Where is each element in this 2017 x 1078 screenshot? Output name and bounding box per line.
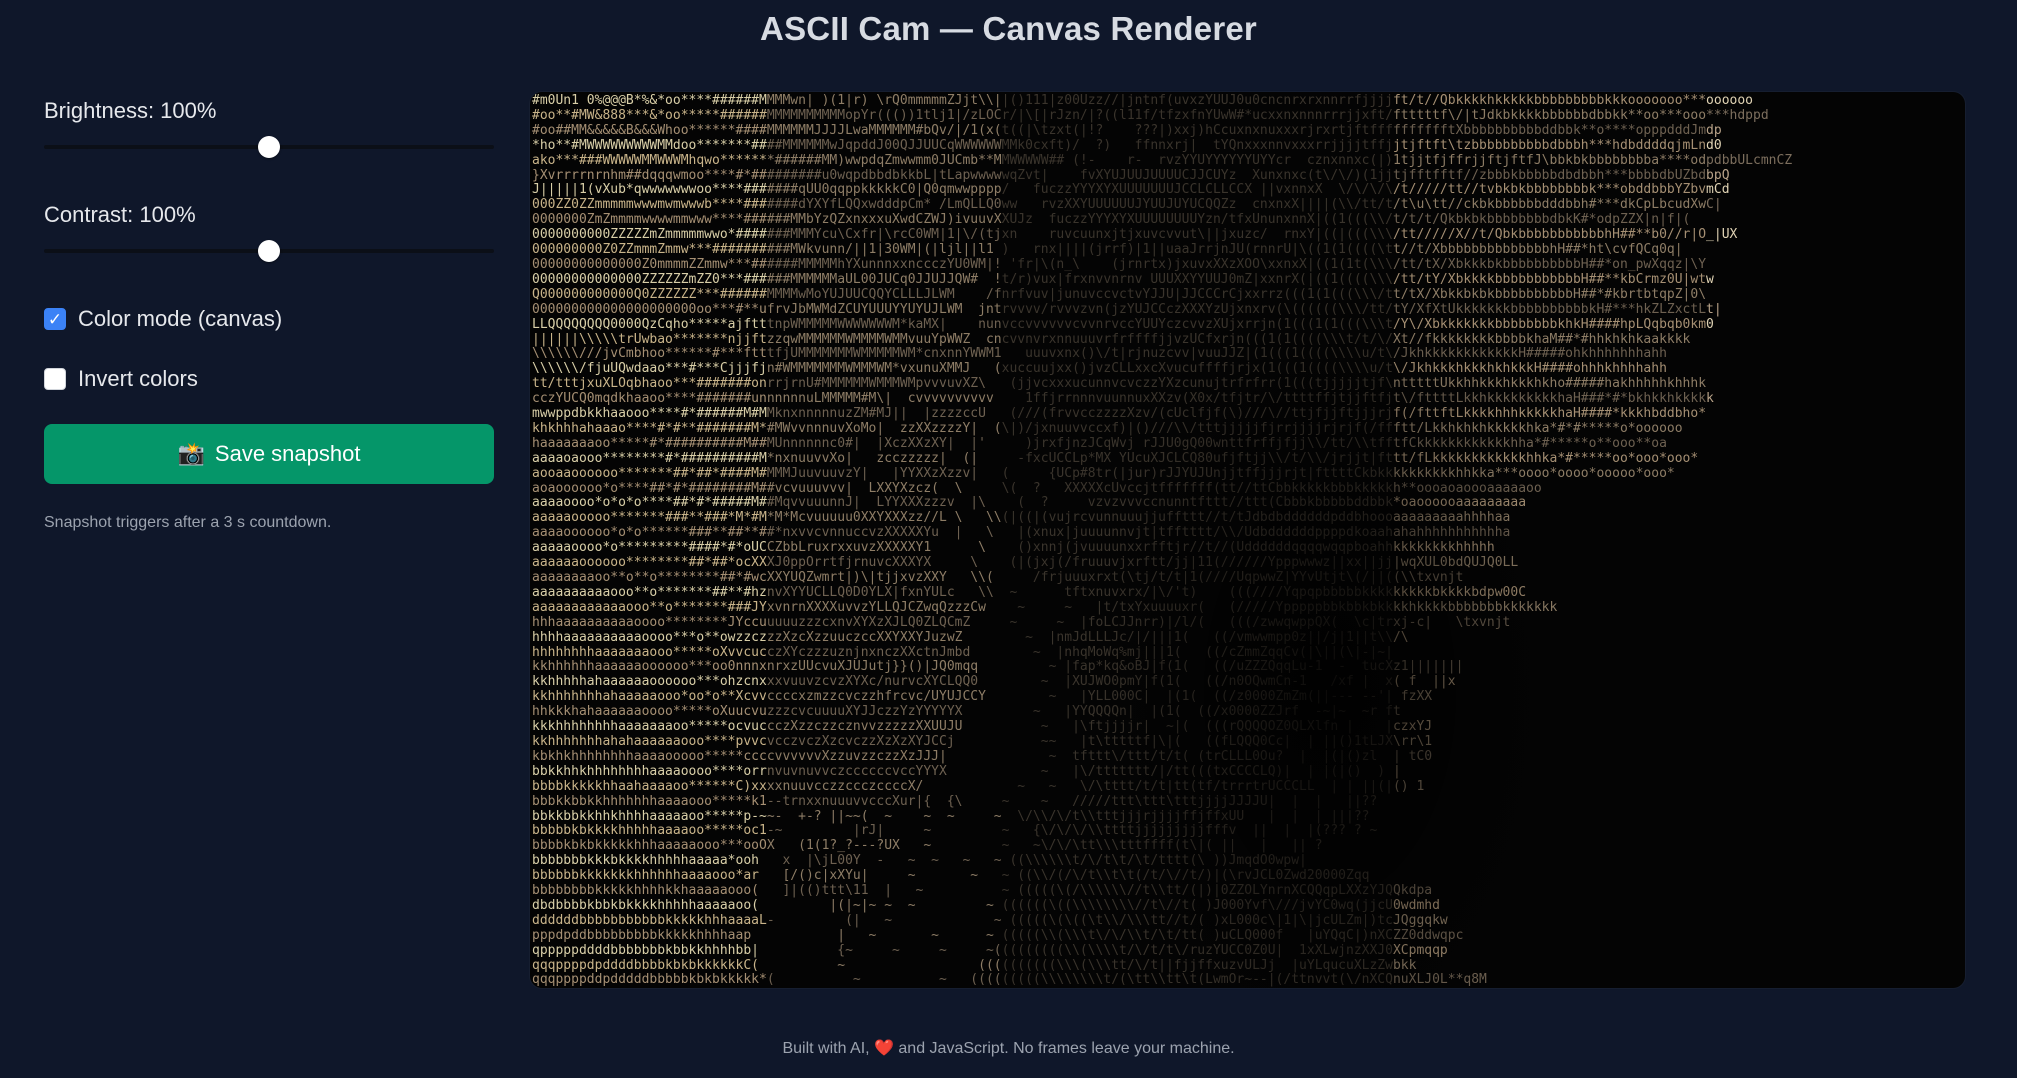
ascii-row: bbbbkbkbkkkkkhhhaaaaaooo***ooOX (1(1?_?-… [532, 838, 1323, 854]
brightness-control: Brightness: 100% [44, 96, 495, 158]
ascii-row: bbbbbkbkkkkhhhhhaaaaoo*****oc1-~ |rJ| ~ … [532, 823, 1378, 839]
contrast-control: Contrast: 100% [44, 200, 495, 262]
contrast-slider[interactable] [44, 238, 494, 262]
ascii-row: cczYUCQ0mqdkhaaoo****#######unnnnnnuLMMM… [532, 391, 1714, 407]
ascii-row: #oo**#MW&888***&*oo*****######MMMMMMMMMM… [532, 107, 1769, 123]
color-mode-label[interactable]: Color mode (canvas) [78, 306, 282, 332]
ascii-row: ako***###WWWWWMMWWWMhqwo*******######MM)… [532, 152, 1793, 168]
ascii-row: aaaaaaaaaaaaooo**o*******###JYxvnrnXXXXu… [532, 599, 1558, 615]
ascii-row: aaaaaooooo*******###**###*M*#M*M*Mcvuuuu… [532, 510, 1511, 526]
camera-flash-icon: 📸 [177, 441, 205, 466]
ascii-row: aaaaaoooo*o*********####*#*oUCCZbbLruxrx… [532, 540, 1495, 556]
contrast-slider-thumb[interactable] [258, 240, 280, 262]
ascii-row: bbbbkkkkkhhaahaaaaoo******C)xxxxnuuvcczz… [532, 778, 1425, 794]
ascii-row: kkhhhhhhhahaaaaaooo*oo*o**Xcvvccccxzmzzc… [532, 689, 1433, 705]
save-snapshot-button[interactable]: 📸 Save snapshot [44, 424, 494, 484]
ascii-row: bbkkhhkhhhhhhhhaaaaoooo****orrnvuvnuvvcz… [532, 763, 1401, 779]
ascii-row: aaaaaaaaoo**o**o********##*#wcXXYUQZwmrt… [532, 570, 1464, 585]
color-mode-option[interactable]: ✓ Color mode (canvas) [44, 304, 495, 334]
ascii-row: 000000000Z0ZZmmmZmmw***##########MWkvunn… [532, 242, 1683, 258]
ascii-row: Q000000000000Q0ZZZZZZ***######MMMMwMoYUJ… [532, 286, 1707, 302]
brightness-slider-thumb[interactable] [258, 136, 280, 158]
ascii-row: bbbkkbbkkhhhhhhhaaaaooo*****k1--trnxxnuu… [532, 793, 1393, 809]
ascii-row: ||||||\\\\\trUwbao*******njjftzzqwMMMMMM… [532, 331, 1691, 347]
ascii-row: kkhhhhhahaaaaaaoooooo***ohzcnxxxvuuvzcvz… [532, 674, 1456, 690]
ascii-row: 000ZZ0ZZmmmmmwwwmwmwwwb****#######dYXYfL… [532, 197, 1722, 213]
ascii-row: bbkkbbkkhhkhhhhaaaaaoo*****p-~~- +-? ||~… [532, 808, 1386, 824]
ascii-row: \\\\\\///jvCmbhoo******#***ftttfjUMMMMMM… [532, 346, 1667, 362]
ascii-canvas: #m0Un1 0%@@@B*%&*oo****######MMMMwn| )(1… [530, 92, 1965, 988]
ascii-row: bbbbbbbbkkkkkhhhhkkhaaaaaooo( ]|(()ttt\1… [532, 883, 1433, 899]
ascii-row: tt/tttjxuXLOqbhaoo***#######onrrjrnU#MMM… [532, 376, 1707, 392]
color-mode-checkbox[interactable]: ✓ [44, 308, 66, 330]
ascii-row: aaaaoooooo*o*o******###**##**##*nxvvcvnn… [532, 525, 1511, 541]
ascii-row: khkhhhahaaao****#*#**#######M*#MWvvnnnuv… [532, 420, 1683, 436]
ascii-row: 0000000000ZZZZZmZmmmmmwwo*#######MMMYcu\… [532, 227, 1738, 243]
ascii-row: 00000000000000Z0mmmmZZmmw***######MMMMMh… [532, 256, 1707, 272]
ascii-row: aaaaoooo*o*o*o****##*#*#####M##Mqvvuuunn… [532, 495, 1527, 511]
ascii-row: 0000000ZmZmmmmwwwwmmwww****######MMbYzQZ… [532, 212, 1691, 228]
snapshot-hint: Snapshot triggers after a 3 s countdown. [44, 514, 332, 531]
brightness-label: Brightness: 100% [44, 98, 217, 123]
ascii-row: bbbbbbkkkkkkkhhhhhhaaaaooo*ar [/()c|xXYu… [532, 868, 1370, 884]
footer-note: Built with AI, ❤️ and JavaScript. No fra… [782, 1040, 1235, 1057]
ascii-art-output: #m0Un1 0%@@@B*%&*oo****######MMMMwn| )(1… [530, 92, 1965, 988]
ascii-row: haaaaaaaoo*****#*##########M##MUnnnnnnc0… [532, 435, 1667, 451]
save-snapshot-label: Save snapshot [214, 441, 361, 466]
ascii-row: hhhhaaaaaaaaaaoooo***o**owzzczzzXzcXzzuu… [532, 629, 1409, 645]
ascii-row: hhhaaaaaaaaaaoooo********JYccuuuuuzzzcxn… [532, 614, 1511, 630]
ascii-row: kbkhkhhhhhhhhaaaaooooo*****ccccvvvvvvXzz… [532, 748, 1433, 764]
ascii-row: #oo##MM&&&&&B&&&Whoo******####MMMMMMJJJJ… [532, 122, 1722, 138]
ascii-row: hhhhhhhhaaaaaaaooo*****oXvvcucczXYczzzuz… [532, 644, 1393, 660]
ascii-row: 000000000000000000000oo***#**ufrvJbMWMdZ… [532, 301, 1722, 317]
ascii-row: #m0Un1 0%@@@B*%&*oo****######MMMMwn| )(1… [532, 93, 1754, 108]
ascii-row: kkhhhhhhhahahaaaaaaooo****pvvcvcczvczXzc… [532, 733, 1433, 749]
ascii-row: aaaaoaooo********#*##########M*nxnuuvvXo… [532, 450, 1699, 466]
ascii-cam-app: ASCII Cam — Canvas Renderer Brightness: … [0, 0, 2017, 1078]
ascii-row: hhkkkhahaaaaaaoooo*****oXuucvuzzzcvcuuuu… [532, 704, 1401, 720]
ascii-row: aaaaaaaaaaooo**o*******##**#hznvXYYUCLLQ… [532, 584, 1527, 600]
ascii-row: dbdbbbbkbbkbkkkkhhhhhaaaaaoo( |(|~|~ ~ ~… [532, 897, 1440, 913]
ascii-row: 00000000000000ZZZZZZmZZ0***######MMMMMMa… [532, 271, 1714, 287]
ascii-row: \\\\\\/fjuUQwdaao***#***Cjjjfjn#WMMMMMMM… [532, 361, 1667, 377]
ascii-row: qqqppppdpddddbbbbkbkbkkkkkkC( ~ ((((((((… [532, 957, 1417, 973]
ascii-row: J|||||1(vXub*qwwwwwwwoo****#######qUU0qq… [532, 182, 1730, 198]
invert-colors-label[interactable]: Invert colors [78, 366, 198, 392]
invert-colors-checkbox[interactable]: ✓ [44, 368, 66, 390]
ascii-row: qpppppddddbbbbbbbkbbkkhhhhbb| {~ ~ ~ ~((… [532, 942, 1448, 958]
ascii-row: *ho**#MWWWWWWWWWMMdoo*******####MMMMMMwJ… [532, 137, 1722, 153]
ascii-row: aooaaoooooo*******##*##*####M#MMMJuuvuuv… [532, 465, 1675, 481]
brightness-slider[interactable] [44, 134, 494, 158]
contrast-label: Contrast: 100% [44, 202, 196, 227]
ascii-row: ddddddbbbbbbbbbbbkkkkkhhhaaaaL- (| ~ ~ (… [532, 912, 1448, 928]
ascii-row: }Xvrrrrnrnhm##dqqqwmoo****#*#########u0w… [532, 167, 1730, 183]
ascii-row: aoaoooooo*o****##*#*########M##vcvuuuvvv… [532, 480, 1542, 496]
page-title: ASCII Cam — Canvas Renderer [760, 10, 1257, 47]
controls-panel: Brightness: 100% Contrast: 100% ✓ Color … [44, 96, 495, 532]
ascii-row: aaaaaaoooooo********##*##*ocXXXJ0ppOrrtf… [532, 555, 1519, 571]
ascii-row: kkkhhhhhhhhaaaaaaaoo*****ocvuccczXzzczzc… [532, 719, 1433, 735]
invert-colors-option[interactable]: ✓ Invert colors [44, 364, 495, 394]
ascii-row: mwwppdbkkhaaooo****#*######M#MMknxnnnnnu… [532, 406, 1707, 422]
ascii-row: LLQQQQQQQQ0000QzCqho*****ajftttnpWMMMMMW… [532, 316, 1714, 332]
ascii-row: bbbbbbbkkkbkkkkhhhhhaaaaa*ooh x |\jL00Y … [532, 853, 1307, 869]
ascii-row: kkhhhhhhaaaaaaoooooo***oo0nnnxnrxzUUcvuX… [532, 659, 1464, 675]
ascii-row: qqqppppddpdddddbbbbbkbkbkkkkk*( ~ ~ ((((… [532, 972, 1487, 988]
ascii-row: pppdpddbbbbbbbbbkkkkkhhhhaap | ~ ~ ~ (((… [532, 927, 1464, 943]
